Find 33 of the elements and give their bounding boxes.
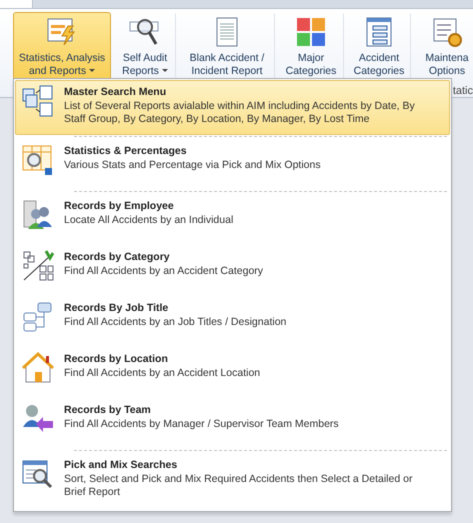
menu-item-description: Find All Accidents by an Accident Location xyxy=(64,367,260,380)
menu-item-description: Various Stats and Percentage via Pick and Mix Options xyxy=(64,159,321,172)
menu-item-title: Records By Job Title xyxy=(64,302,170,314)
house-icon xyxy=(22,352,54,384)
documents-icon xyxy=(22,85,54,117)
menu-item-title: Master Search Menu xyxy=(64,86,168,98)
menu-item-title: Records by Location xyxy=(64,353,169,365)
menu-item-title: Statistics & Percentages xyxy=(64,145,188,157)
menu-item-description: Find All Accidents by an Accident Category xyxy=(64,265,264,278)
menu-item-description: List of Several Reports avialable within AIM including Accidents by Date, By Staff Group, By Category, By Location, By Manager, By Lost Time xyxy=(64,100,416,126)
menu-item[interactable]: Records by Team Find All Accidents by Manager / Supervisor Team Members xyxy=(15,398,450,449)
menu-item-title: Records by Employee xyxy=(64,200,175,212)
menu-item-title: Records by Team xyxy=(64,404,152,416)
menu-item-title: Pick and Mix Searches xyxy=(64,459,178,471)
tiles-icon xyxy=(295,16,327,48)
menu-item[interactable]: Records by Category Find All Accidents by an Accident Category xyxy=(15,245,450,296)
menu-item-description: Find All Accidents by Manager / Supervisor Team Members xyxy=(64,418,339,431)
menu-item[interactable]: Records by Location Find All Accidents by an Accident Location xyxy=(15,347,450,398)
menu-item[interactable]: Records By Job Title Find All Accidents by an Job Titles / Designation xyxy=(15,296,450,347)
document-magnifier-icon xyxy=(22,458,54,490)
menu-item-description: Sort, Select and Pick and Mix Required Accidents then Select a Detailed or Brief Report xyxy=(64,473,414,499)
caret-icon xyxy=(162,69,168,74)
report-lightning-icon xyxy=(46,16,78,48)
caret-icon xyxy=(89,69,96,74)
table-magnifier-icon xyxy=(22,144,54,176)
group-label: tatic xyxy=(452,85,473,97)
category-icon xyxy=(22,250,54,282)
menu-item-description: Locate All Accidents by an Individual xyxy=(64,214,234,227)
menu-item-description: Find All Accidents by an Job Titles / Designation xyxy=(64,316,286,329)
people-icon xyxy=(22,199,54,231)
menu-item[interactable]: Master Search Menu List of Several Reports avialable within AIM including Accidents by Date, By Staff Group, By Category, By Location, By Manager, By Lost Time xyxy=(15,80,450,135)
hierarchy-icon xyxy=(22,301,54,333)
menu-item-title: Records by Category xyxy=(64,251,171,263)
